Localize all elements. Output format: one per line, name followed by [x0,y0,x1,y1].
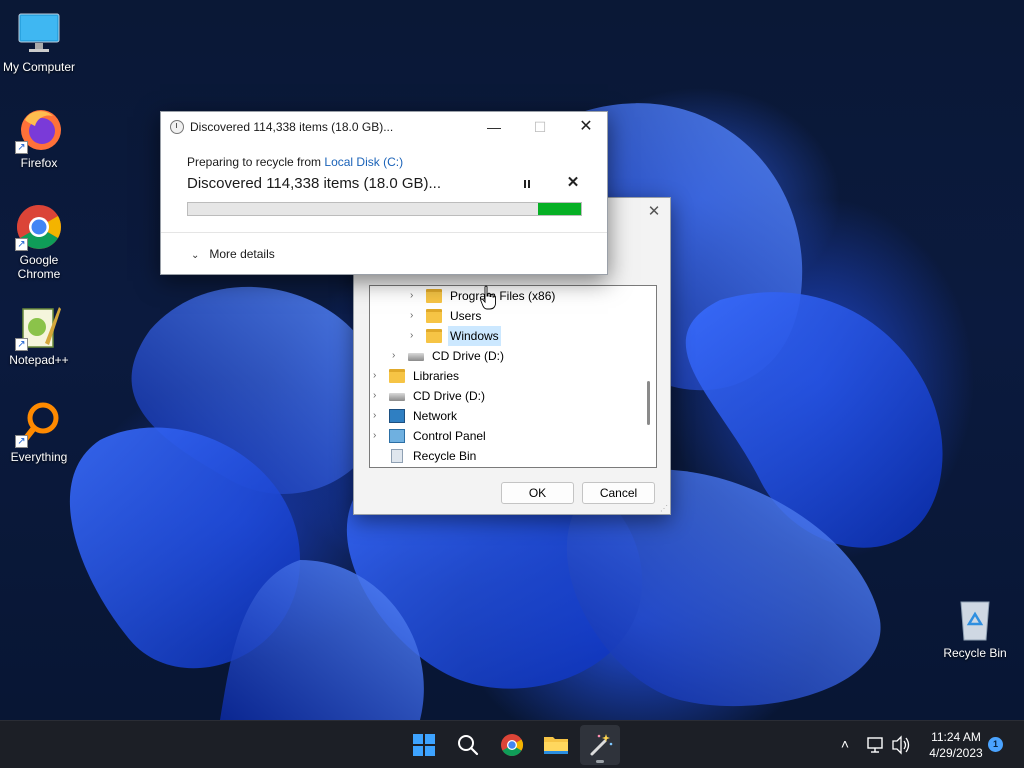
resize-grip-icon[interactable]: ⋰ [660,504,668,513]
network-tray-icon[interactable] [866,721,886,768]
recycle-progress-dialog: Discovered 114,338 items (18.0 GB)... — … [160,111,608,275]
tray-chevron-up-icon[interactable]: ˄ [836,721,854,768]
cancel-operation-icon[interactable]: ✕ [566,175,580,191]
progress-bar-fill [538,203,581,215]
chevron-right-icon[interactable]: › [373,426,383,446]
desktop-icon-notepadpp[interactable]: ↗ Notepad++ [0,303,78,367]
chrome-icon: ↗ [15,203,63,251]
chevron-right-icon[interactable]: › [410,326,420,346]
operation-status: Discovered 114,338 items (18.0 GB)... [187,175,442,192]
desktop-icon-recycle-bin[interactable]: Recycle Bin [936,596,1014,660]
desktop-icon-firefox[interactable]: ↗ Firefox [0,106,78,170]
clock-time: 11:24 AM [931,730,981,744]
shortcut-arrow-icon: ↗ [15,435,28,448]
chevron-down-icon: ⌄ [191,250,200,261]
clock-date: 4/29/2023 [929,746,983,760]
volume-icon[interactable] [890,721,912,768]
monitor-icon [15,10,63,58]
progress-bar [187,202,582,216]
control-panel-icon [389,429,405,443]
tree-item-label: Program Files (x86) [450,289,556,303]
notification-badge[interactable]: 1 [988,737,1003,752]
recycle-bin-icon [391,449,403,463]
desktop-icon-label: Firefox [20,156,58,170]
cd-drive-icon [389,393,405,401]
chevron-right-icon[interactable]: › [373,366,383,386]
clock-icon [170,120,184,134]
desktop-icon-label: Everything [10,450,68,464]
chevron-right-icon[interactable]: › [373,386,383,406]
tree-item-label: Network [413,409,458,423]
tree-item-label: Recycle Bin [413,449,477,463]
desktop-icon-label: Notepad++ [9,353,69,367]
start-icon[interactable] [404,725,444,765]
folder-icon [426,289,442,303]
chevron-right-icon[interactable]: › [410,306,420,326]
tree-item-label: CD Drive (D:) [413,389,485,403]
close-button[interactable]: ✕ [563,112,609,142]
tree-item-label: Control Panel [413,429,486,443]
cd-drive-icon [408,353,424,361]
chevron-right-icon[interactable]: › [373,406,383,426]
more-details-label: More details [209,247,275,261]
close-icon[interactable]: ✕ [646,204,662,220]
subtitle-prefix: Preparing to recycle from [187,155,325,169]
desktop-icon-everything[interactable]: ↗ Everything [0,400,78,464]
cancel-button[interactable]: Cancel [582,482,655,504]
chevron-right-icon[interactable]: › [410,286,420,306]
libraries-icon [389,369,405,383]
desktop-icon-label: Google Chrome [17,253,61,281]
desktop-icon-label: Recycle Bin [943,646,1007,660]
desktop-icon-my-computer[interactable]: My Computer [0,10,78,74]
folder-icon [426,329,442,343]
chevron-right-icon[interactable]: › [392,346,402,366]
divider [161,232,607,233]
hand-cursor-icon [480,285,496,310]
folder-tree[interactable]: › Program Files (x86) › Users › Windows … [369,285,657,468]
maximize-button: ☐ [533,119,547,135]
chrome-icon[interactable] [492,725,532,765]
shortcut-arrow-icon: ↗ [15,141,28,154]
tree-item-label: Users [450,309,482,323]
source-link[interactable]: Local Disk (C:) [324,155,403,169]
pause-icon[interactable] [520,177,534,191]
tree-scrollbar[interactable] [647,381,650,425]
everything-search-icon: ↗ [15,400,63,448]
magic-wand-icon[interactable] [580,725,620,765]
window-title: Discovered 114,338 items (18.0 GB)... [190,120,394,134]
ok-button[interactable]: OK [501,482,574,504]
firefox-icon: ↗ [15,106,63,154]
tree-item-label: Windows [448,326,501,346]
shortcut-arrow-icon: ↗ [15,238,28,251]
desktop-icon-label: My Computer [2,60,76,74]
operation-subtitle: Preparing to recycle from Local Disk (C:… [187,155,403,169]
folder-icon [426,309,442,323]
file-explorer-icon[interactable] [536,725,576,765]
tree-item-label: Libraries [413,369,460,383]
network-icon [389,409,405,423]
minimize-button[interactable]: — [471,112,517,142]
search-icon[interactable] [448,725,488,765]
taskbar: ˄ 11:24 AM 4/29/2023 [0,720,1024,768]
notepadpp-icon: ↗ [15,303,63,351]
title-bar[interactable]: Discovered 114,338 items (18.0 GB)... — … [161,112,607,142]
desktop-icon-chrome[interactable]: ↗ Google Chrome [0,203,78,281]
shortcut-arrow-icon: ↗ [15,338,28,351]
more-details-toggle[interactable]: ⌄ More details [191,247,275,261]
tree-item-label: CD Drive (D:) [432,349,504,363]
system-clock[interactable]: 11:24 AM 4/29/2023 [918,729,994,761]
recycle-bin-icon [951,596,999,644]
